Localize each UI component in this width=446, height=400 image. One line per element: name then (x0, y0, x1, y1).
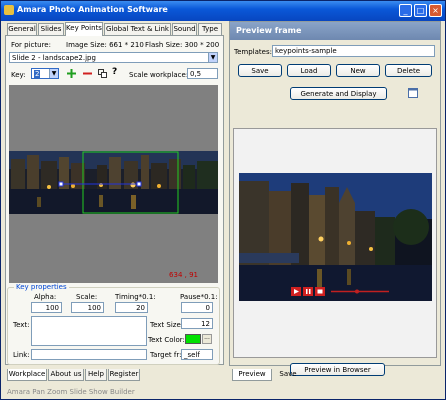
app-window: Amara Photo Animation Software _ □ × Gen… (0, 0, 446, 400)
help-icon[interactable]: ? (112, 67, 117, 77)
preview-frame-title: Preview frame (230, 22, 440, 40)
tab-save[interactable]: Save (273, 369, 303, 381)
preview-frame-panel: Preview frame Templates: keypoints-sampl… (229, 21, 441, 376)
preview-movie (239, 173, 432, 301)
tab-help[interactable]: Help (85, 369, 107, 381)
status-bar: Amara Pan Zoom Slide Show Builder (7, 388, 135, 396)
tab-preview[interactable]: Preview (232, 369, 272, 381)
link-input[interactable] (31, 349, 147, 360)
tab-type[interactable]: Type (198, 23, 222, 35)
alpha-input[interactable]: 100 (31, 302, 62, 313)
scale-workplace-input[interactable]: 0,5 (187, 68, 218, 79)
alpha-label: Alpha: (34, 293, 57, 301)
window-title: Amara Photo Animation Software (17, 5, 168, 14)
preview-area (233, 128, 437, 358)
color-picker-button[interactable]: ... (202, 334, 212, 344)
tab-sound[interactable]: Sound (172, 23, 197, 35)
slide-select[interactable]: Slide 2 - landscape2.jpg ▼ (9, 52, 218, 63)
image-size-label: Image Size: 661 * 210 (66, 41, 144, 49)
templates-label: Templates: (234, 48, 272, 56)
delete-button[interactable]: Delete (385, 64, 432, 77)
app-icon (4, 5, 14, 15)
text-size-input[interactable]: 12 (181, 318, 213, 329)
tab-workplace[interactable]: Workplace (7, 369, 47, 381)
preview-in-browser-button[interactable]: Preview in Browser (290, 363, 385, 376)
key-properties-legend: Key properties (14, 283, 69, 291)
link-label: Link: (13, 351, 30, 359)
tab-slides[interactable]: Slides (38, 23, 64, 35)
close-button[interactable]: × (429, 4, 442, 17)
tab-general[interactable]: General (7, 23, 37, 35)
for-picture-label: For picture: (11, 41, 51, 49)
key-select[interactable]: 2 ▼ (31, 68, 59, 79)
remove-key-icon[interactable] (83, 69, 92, 78)
landscape-image (9, 151, 218, 214)
text-size-label: Text Size: (150, 321, 184, 329)
key-label: Key: (11, 71, 26, 79)
preview-frame-body: Templates: keypoints-sample Save Load Ne… (230, 40, 440, 376)
templates-input[interactable]: keypoints-sample (272, 45, 435, 57)
key-text-area[interactable] (31, 316, 147, 346)
copy-key-icon[interactable] (98, 69, 107, 78)
key-select-value: 2 (34, 70, 41, 78)
save-button[interactable]: Save (238, 64, 282, 77)
landscape-picture (9, 151, 218, 214)
pause-input[interactable]: 0 (181, 302, 213, 313)
slide-select-value: Slide 2 - landscape2.jpg (12, 54, 96, 62)
timing-input[interactable]: 20 (115, 302, 148, 313)
add-key-icon[interactable] (67, 69, 76, 78)
target-frame-input[interactable]: _self (181, 349, 213, 360)
tab-global-text-link[interactable]: Global Text & Link (104, 23, 171, 35)
chevron-down-icon[interactable]: ▼ (49, 69, 58, 78)
target-frame-label: Target fr: (150, 351, 182, 359)
tab-about-us[interactable]: About us (48, 369, 84, 381)
minimize-button[interactable]: _ (399, 4, 412, 17)
load-button[interactable]: Load (287, 64, 331, 77)
maximize-button[interactable]: □ (414, 4, 427, 17)
text-color-swatch[interactable] (185, 334, 201, 344)
text-label: Text: (13, 321, 30, 329)
scale-label: Scale: (76, 293, 98, 301)
title-bar: Amara Photo Animation Software _ □ × (1, 1, 445, 21)
cursor-coordinates: 634 , 91 (169, 271, 198, 279)
pause-label: Pause*0.1: (180, 293, 218, 301)
text-color-label: Text Color: (148, 336, 185, 344)
new-button[interactable]: New (336, 64, 380, 77)
flash-size-label: Flash Size: 300 * 200 (145, 41, 220, 49)
scale-workplace-label: Scale workplace: (129, 71, 189, 79)
chevron-down-icon[interactable]: ▼ (208, 53, 217, 62)
window-icon[interactable] (408, 88, 418, 98)
tab-key-points[interactable]: Key Points (65, 22, 103, 36)
workplace-canvas[interactable]: 634 , 91 (9, 85, 218, 283)
generate-and-display-button[interactable]: Generate and Display (290, 87, 387, 100)
tab-register[interactable]: Register (108, 369, 140, 381)
timing-label: Timing*0.1: (115, 293, 156, 301)
scale-input[interactable]: 100 (71, 302, 104, 313)
